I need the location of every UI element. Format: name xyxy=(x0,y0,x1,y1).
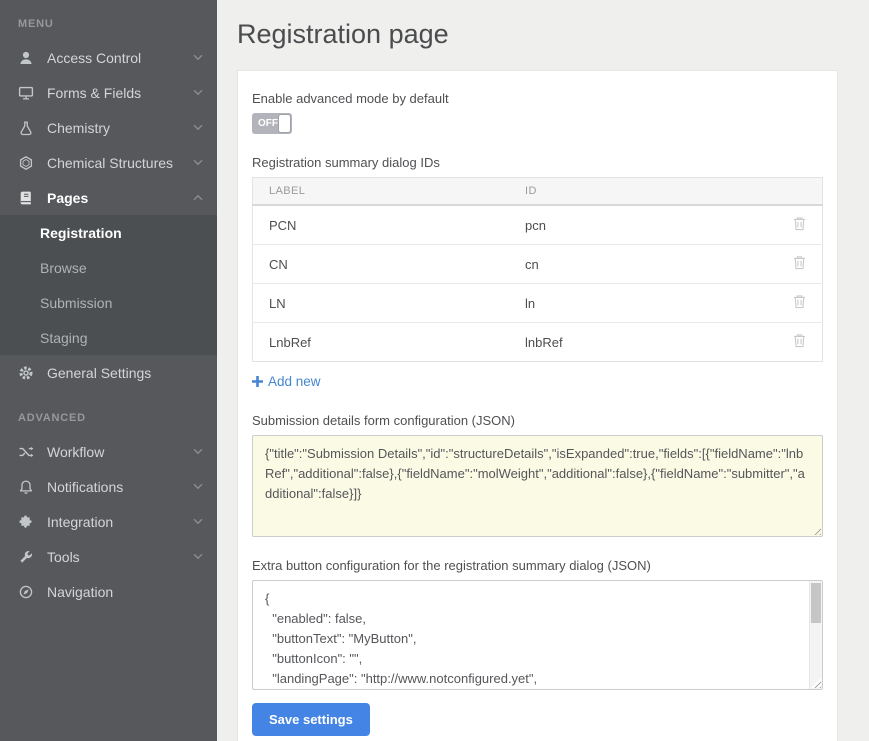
sidebar-item-label: General Settings xyxy=(47,365,203,381)
chevron-up-icon xyxy=(193,194,203,201)
cell-label: CN xyxy=(253,245,510,284)
trash-icon xyxy=(793,294,806,309)
submission-config-wrapper: {"title":"Submission Details","id":"stru… xyxy=(252,435,823,537)
sidebar-item-general-settings[interactable]: General Settings xyxy=(0,355,217,390)
cell-id: cn xyxy=(509,245,777,284)
user-icon xyxy=(18,50,34,66)
sidebar-item-tools[interactable]: Tools xyxy=(0,539,217,574)
sidebar-item-access-control[interactable]: Access Control xyxy=(0,40,217,75)
sidebar-item-pages[interactable]: Pages xyxy=(0,180,217,215)
gear-icon xyxy=(18,365,34,381)
chevron-down-icon xyxy=(193,553,203,560)
flask-icon xyxy=(18,120,34,136)
submission-config-label: Submission details form configuration (J… xyxy=(252,413,823,428)
sidebar-item-label: Chemical Structures xyxy=(47,155,193,171)
dialog-ids-table: LABEL ID PCN pcn CN cn xyxy=(252,177,823,362)
cell-label: PCN xyxy=(253,205,510,245)
cell-id: ln xyxy=(509,284,777,323)
sidebar-subitem-submission[interactable]: Submission xyxy=(0,285,217,320)
chevron-down-icon xyxy=(193,159,203,166)
main-content: Registration page Enable advanced mode b… xyxy=(217,0,869,741)
monitor-icon xyxy=(18,85,34,101)
compass-icon xyxy=(18,584,34,600)
sidebar-item-label: Notifications xyxy=(47,479,193,495)
table-row: CN cn xyxy=(253,245,823,284)
column-header-actions xyxy=(777,178,823,206)
pages-submenu: Registration Browse Submission Staging xyxy=(0,215,217,355)
advanced-section-header: ADVANCED xyxy=(0,390,217,434)
add-new-button[interactable]: Add new xyxy=(252,374,321,389)
chevron-down-icon xyxy=(193,483,203,490)
sidebar-item-label: Navigation xyxy=(47,584,203,600)
advanced-mode-toggle[interactable]: OFF xyxy=(252,113,292,134)
save-settings-button[interactable]: Save settings xyxy=(252,703,370,736)
app-root: MENU Access Control Forms & Fields Chemi… xyxy=(0,0,869,741)
puzzle-icon xyxy=(18,514,34,530)
sidebar-item-chemical-structures[interactable]: Chemical Structures xyxy=(0,145,217,180)
trash-icon xyxy=(793,216,806,231)
sidebar-item-label: Access Control xyxy=(47,50,193,66)
trash-icon xyxy=(793,333,806,348)
chevron-down-icon xyxy=(193,124,203,131)
sidebar-item-label: Workflow xyxy=(47,444,193,460)
delete-row-button[interactable] xyxy=(793,216,806,231)
toggle-state-label: OFF xyxy=(252,118,278,129)
scrollbar-thumb[interactable] xyxy=(811,583,821,623)
chevron-down-icon xyxy=(193,54,203,61)
table-header-row: LABEL ID xyxy=(253,178,823,206)
toggle-knob xyxy=(278,114,291,133)
column-header-label: LABEL xyxy=(253,178,510,206)
sidebar-item-forms-fields[interactable]: Forms & Fields xyxy=(0,75,217,110)
delete-row-button[interactable] xyxy=(793,333,806,348)
sidebar-item-notifications[interactable]: Notifications xyxy=(0,469,217,504)
advanced-mode-label: Enable advanced mode by default xyxy=(252,91,823,106)
sidebar-item-chemistry[interactable]: Chemistry xyxy=(0,110,217,145)
cell-id: pcn xyxy=(509,205,777,245)
chevron-down-icon xyxy=(193,518,203,525)
sidebar-subitem-staging[interactable]: Staging xyxy=(0,320,217,355)
bell-icon xyxy=(18,479,34,495)
sidebar: MENU Access Control Forms & Fields Chemi… xyxy=(0,0,217,741)
delete-row-button[interactable] xyxy=(793,255,806,270)
extra-button-config-textarea[interactable]: { "enabled": false, "buttonText": "MyBut… xyxy=(252,580,823,690)
cell-id: lnbRef xyxy=(509,323,777,362)
menu-section-header: MENU xyxy=(0,6,217,40)
add-new-label: Add new xyxy=(268,374,321,389)
delete-row-button[interactable] xyxy=(793,294,806,309)
book-icon xyxy=(18,190,34,206)
dialog-ids-label: Registration summary dialog IDs xyxy=(252,155,823,170)
sidebar-item-navigation[interactable]: Navigation xyxy=(0,574,217,609)
sidebar-item-label: Chemistry xyxy=(47,120,193,136)
sidebar-item-label: Tools xyxy=(47,549,193,565)
column-header-id: ID xyxy=(509,178,777,206)
page-title: Registration page xyxy=(237,19,838,50)
cell-label: LN xyxy=(253,284,510,323)
settings-card: Enable advanced mode by default OFF Regi… xyxy=(237,70,838,741)
extra-button-config-label: Extra button configuration for the regis… xyxy=(252,558,823,573)
wrench-icon xyxy=(18,549,34,565)
sidebar-subitem-registration[interactable]: Registration xyxy=(0,215,217,250)
extra-button-config-wrapper: { "enabled": false, "buttonText": "MyBut… xyxy=(252,580,823,690)
sidebar-item-label: Forms & Fields xyxy=(47,85,193,101)
scrollbar[interactable] xyxy=(809,581,822,689)
sidebar-item-workflow[interactable]: Workflow xyxy=(0,434,217,469)
submission-config-textarea[interactable]: {"title":"Submission Details","id":"stru… xyxy=(252,435,823,537)
trash-icon xyxy=(793,255,806,270)
sidebar-item-label: Integration xyxy=(47,514,193,530)
plus-icon xyxy=(252,376,263,387)
sidebar-item-label: Pages xyxy=(47,190,193,206)
cell-label: LnbRef xyxy=(253,323,510,362)
chevron-down-icon xyxy=(193,448,203,455)
table-row: PCN pcn xyxy=(253,205,823,245)
table-row: LnbRef lnbRef xyxy=(253,323,823,362)
hexagon-icon xyxy=(18,155,34,171)
sidebar-subitem-browse[interactable]: Browse xyxy=(0,250,217,285)
shuffle-icon xyxy=(18,444,34,460)
table-row: LN ln xyxy=(253,284,823,323)
sidebar-item-integration[interactable]: Integration xyxy=(0,504,217,539)
chevron-down-icon xyxy=(193,89,203,96)
